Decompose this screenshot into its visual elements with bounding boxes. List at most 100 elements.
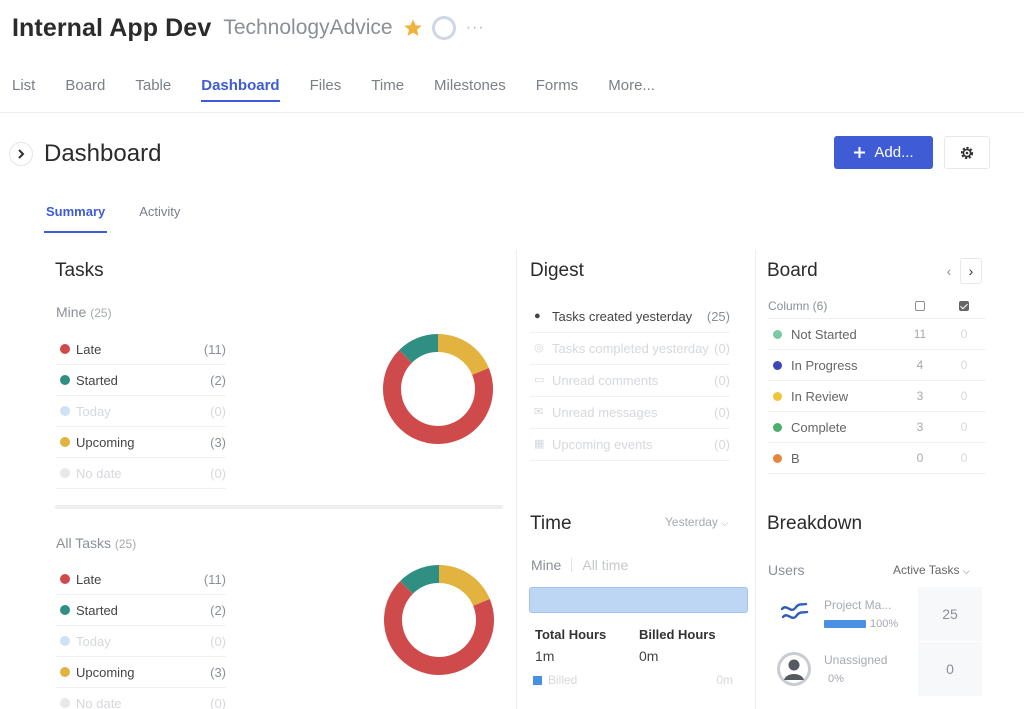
billed-hours-value: 0m: [639, 648, 659, 664]
task-status-row[interactable]: Late (11): [56, 564, 226, 595]
status-label: No date: [76, 465, 122, 481]
digest-title: Digest: [530, 260, 584, 281]
board-column-name: In Review: [768, 389, 898, 404]
envelope-icon: ✉: [534, 406, 544, 418]
time-tabs: Mine All time: [531, 557, 628, 573]
task-status-row[interactable]: Upcoming (3): [56, 657, 226, 688]
donut-slice[interactable]: [439, 565, 490, 606]
expand-sidebar-button[interactable]: [9, 142, 33, 166]
task-status-row[interactable]: Upcoming (3): [56, 427, 226, 458]
status-count: (0): [210, 403, 226, 419]
board-rows: Not Started 11 0 In Progress 4 0 In Review 3 0 Co…: [768, 319, 986, 474]
donut-slice[interactable]: [438, 334, 489, 375]
board-column-row[interactable]: Complete 3 0: [768, 412, 986, 443]
status-label: Upcoming: [76, 434, 135, 450]
user-name: Project Ma...: [824, 598, 892, 612]
time-tab-mine[interactable]: Mine: [531, 557, 561, 573]
breakdown-selector[interactable]: Active Tasks ⌵: [893, 563, 970, 577]
tasks-separator: [55, 505, 503, 509]
more-options-icon[interactable]: ···: [466, 19, 485, 37]
tab-forms[interactable]: Forms: [536, 74, 579, 102]
tab-dashboard[interactable]: Dashboard: [201, 74, 280, 102]
tab-more[interactable]: More...: [608, 74, 655, 102]
digest-count: (0): [714, 373, 730, 388]
total-hours: Total Hours 1m: [535, 627, 606, 664]
board-column-label: In Progress: [791, 357, 858, 373]
board-column-row[interactable]: B 0 0: [768, 443, 986, 474]
settings-button[interactable]: [944, 136, 990, 169]
star-icon[interactable]: [403, 18, 423, 38]
digest-row[interactable]: ● Tasks created yesterday (25): [530, 301, 730, 333]
user-percent: 0%: [828, 673, 844, 685]
digest-row[interactable]: ▭ Unread comments (0): [530, 365, 730, 397]
mine-task-list: Late (11) Started (2) Today (0) Upcoming (3) No …: [56, 334, 226, 489]
user-task-count: 0: [918, 642, 982, 696]
tab-list[interactable]: List: [12, 74, 35, 102]
board-open-count: 3: [916, 420, 924, 434]
task-status-row[interactable]: No date (0): [56, 458, 226, 489]
status-count: (0): [210, 695, 226, 709]
board-column-row[interactable]: In Review 3 0: [768, 381, 986, 412]
digest-count: (0): [714, 405, 730, 420]
board-table: Column (6) Not Started 11 0 In Progress 4 0 In…: [768, 293, 986, 474]
board-done-count: 0: [960, 389, 968, 403]
task-status-row[interactable]: Late (11): [56, 334, 226, 365]
chevron-right-icon[interactable]: ›: [960, 258, 982, 284]
board-column-name: In Progress: [768, 358, 898, 373]
time-tab-all[interactable]: All time: [582, 557, 628, 573]
tab-milestones[interactable]: Milestones: [434, 74, 506, 102]
add-button[interactable]: Add...: [834, 136, 933, 169]
board-column-header: Column (6): [768, 298, 828, 313]
status-count: (3): [210, 434, 226, 450]
all-donut-chart: [384, 565, 494, 675]
status-dot: [60, 375, 70, 385]
digest-row[interactable]: ✉ Unread messages (0): [530, 397, 730, 429]
board-column-label: B: [791, 450, 800, 466]
time-tab-divider: [571, 558, 573, 572]
digest-label: Upcoming events: [552, 437, 653, 452]
user-row-unassigned[interactable]: Unassigned 0% 0: [768, 642, 982, 696]
page-title: Dashboard: [44, 140, 162, 167]
board-pager: ‹ ›: [938, 258, 982, 284]
task-status-row[interactable]: No date (0): [56, 688, 226, 709]
chevron-left-icon[interactable]: ‹: [938, 258, 960, 284]
status-count: (3): [210, 664, 226, 680]
board-column-row[interactable]: Not Started 11 0: [768, 319, 986, 350]
digest-row[interactable]: ◎ Tasks completed yesterday (0): [530, 333, 730, 365]
task-status-row[interactable]: Started (2): [56, 595, 226, 626]
tab-files[interactable]: Files: [310, 74, 342, 102]
status-count: (0): [210, 465, 226, 481]
tab-table[interactable]: Table: [135, 74, 171, 102]
status-ring-icon[interactable]: [431, 16, 456, 40]
board-done-header: [942, 299, 986, 313]
digest-count: (25): [706, 309, 730, 324]
tab-summary[interactable]: Summary: [44, 204, 108, 233]
task-status-row[interactable]: Today (0): [56, 396, 226, 427]
board-column-name: Complete: [768, 420, 898, 435]
tab-board[interactable]: Board: [65, 74, 105, 102]
tab-activity[interactable]: Activity: [137, 204, 182, 233]
status-dot: [60, 698, 70, 708]
time-range-select[interactable]: Yesterday ⌵: [665, 515, 728, 529]
status-dot: [60, 636, 70, 646]
tab-time[interactable]: Time: [371, 74, 404, 102]
status-count: (0): [210, 633, 226, 649]
task-status-row[interactable]: Today (0): [56, 626, 226, 657]
status-dot: [60, 344, 70, 354]
mine-count: (25): [90, 306, 112, 320]
project-company[interactable]: TechnologyAdvice: [223, 16, 392, 40]
user-row-project-manager[interactable]: Project Ma... 100% 25: [768, 587, 982, 641]
mine-label-text: Mine: [56, 304, 87, 320]
plus-circle-icon: ●: [534, 310, 541, 322]
status-dot: [773, 391, 782, 401]
board-column-label: In Review: [791, 388, 849, 404]
column-divider: [755, 250, 756, 709]
task-status-row[interactable]: Started (2): [56, 365, 226, 396]
digest-label: Tasks created yesterday: [552, 309, 693, 324]
billed-swatch: [533, 675, 542, 685]
board-done-count: 0: [960, 451, 968, 465]
board-column-row[interactable]: In Progress 4 0: [768, 350, 986, 381]
time-range-label: Yesterday: [665, 515, 718, 529]
digest-count: (0): [714, 341, 730, 356]
digest-row[interactable]: ▦ Upcoming events (0): [530, 429, 730, 461]
